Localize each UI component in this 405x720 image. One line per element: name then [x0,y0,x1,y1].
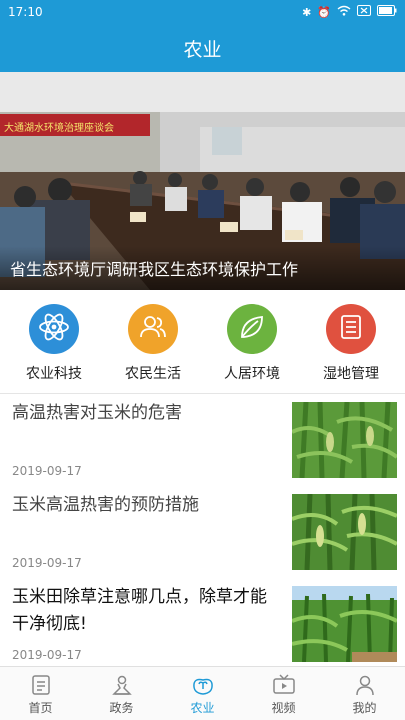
status-icons: ✱ ⏰ [302,5,397,19]
category-grid: 农业科技 农民生活 人居环境 湿地管理 [0,290,405,393]
news-item[interactable]: 玉米田除草注意哪几点，除草才能干净彻底! 2019-09-17 [0,578,405,666]
status-time: 17:10 [8,5,43,19]
category-circle [326,304,376,354]
tab-video[interactable]: 视频 [243,667,324,720]
alarm-icon: ⏰ [317,5,331,19]
status-bar: 17:10 ✱ ⏰ [0,0,405,24]
sim-icon [357,5,371,19]
tab-profile[interactable]: 我的 [324,667,405,720]
news-thumbnail [292,402,397,478]
category-label: 农业科技 [26,366,82,382]
category-label: 人居环境 [224,366,280,382]
tab-home[interactable]: 首页 [0,667,81,720]
sprout-icon [190,673,216,697]
banner-carousel[interactable]: 大通湖水环境治理座谈会 省生态环境厅调研我区生态环境保护工作 [0,72,405,290]
news-date: 2019-09-17 [12,556,82,570]
news-thumbnail [292,494,397,570]
tab-label: 视频 [271,701,296,715]
tab-label: 我的 [352,701,377,715]
wifi-icon [337,5,351,19]
tv-icon [271,673,297,697]
banner-caption: 省生态环境厅调研我区生态环境保护工作 [0,246,405,290]
banner-sign-text: 大通湖水环境治理座谈会 [4,121,114,134]
tab-label: 首页 [28,701,53,715]
news-date: 2019-09-17 [12,464,82,478]
tab-label: 政务 [109,701,134,715]
news-item[interactable]: 玉米高温热害的预防措施 2019-09-17 [0,486,405,578]
news-title: 高温热害对玉米的危害 [12,403,182,423]
official-icon [109,673,135,697]
news-item[interactable]: 高温热害对玉米的危害 2019-09-17 [0,394,405,486]
user-icon [352,673,378,697]
tab-label: 农业 [190,701,215,715]
home-doc-icon [28,673,54,697]
document-icon [336,312,366,346]
battery-icon [377,5,397,19]
category-label: 农民生活 [125,366,181,382]
tab-agriculture[interactable]: 农业 [162,667,243,720]
atom-icon [37,310,71,348]
category-circle [227,304,277,354]
people-icon [137,311,169,347]
category-farmer-life[interactable]: 农民生活 [105,304,201,393]
category-circle [128,304,178,354]
news-title: 玉米田除草注意哪几点，除草才能干净彻底! [12,587,267,634]
bluetooth-icon: ✱ [302,5,312,19]
app-bar: 农业 [0,24,405,72]
news-thumbnail [292,586,397,662]
category-living-env[interactable]: 人居环境 [204,304,300,393]
tab-government[interactable]: 政务 [81,667,162,720]
category-ag-tech[interactable]: 农业科技 [6,304,102,393]
category-wetland[interactable]: 湿地管理 [303,304,399,393]
category-label: 湿地管理 [323,366,379,382]
category-circle [29,304,79,354]
leaf-icon [236,311,268,347]
news-date: 2019-09-17 [12,648,82,662]
news-title: 玉米高温热害的预防措施 [12,495,199,515]
bottom-tab-bar: 首页 政务 农业 视频 我的 [0,666,405,720]
news-list: 高温热害对玉米的危害 2019-09-17 玉米高温热害的预防措施 2019-0… [0,394,405,666]
page-title: 农业 [183,38,222,61]
